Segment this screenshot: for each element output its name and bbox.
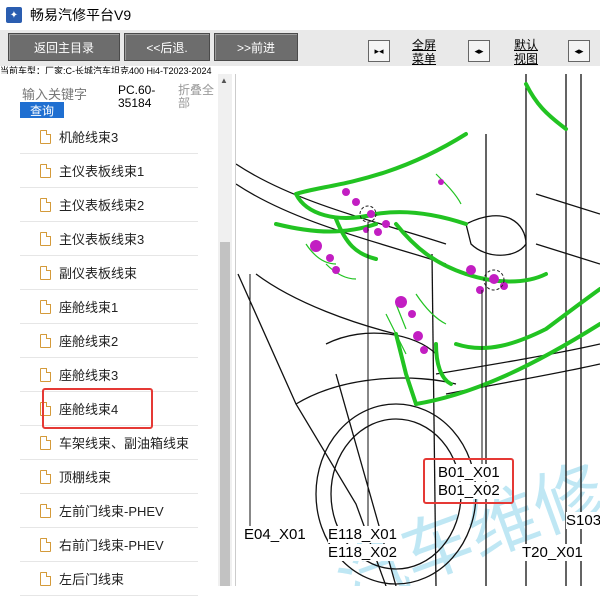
collapse-all-link[interactable]: 折叠全 部 [178,84,214,110]
list-item[interactable]: 左后门线束 [20,562,198,596]
file-icon [40,197,51,212]
sidebar-scrollbar[interactable]: ▲ [218,74,232,586]
window-title: 畅易汽修平台V9 [30,7,132,23]
toolbar: 返回主目录 <<后退. >>前进 ▸◂ 全屏 菜单 ◂▸ 默认 视图 ◂▸ [0,30,600,66]
file-icon [40,435,51,450]
default-view-label[interactable]: 默认 视图 [514,38,538,66]
file-icon [40,537,51,552]
list-item[interactable]: 副仪表板线束 [20,256,198,290]
list-item[interactable]: 车架线束、副油箱线束 [20,426,198,460]
fullscreen-menu-label[interactable]: 全屏 菜单 [412,38,436,66]
list-item[interactable]: 主仪表板线束2 [20,188,198,222]
next-button[interactable]: >>前进 [214,33,298,61]
list-item[interactable]: 右前门线束-PHEV [20,528,198,562]
connector-label-t20-x01[interactable]: T20_X01 [522,544,583,561]
file-icon [40,367,51,382]
expand-right-icon[interactable]: ◂▸ [568,40,590,62]
split-view-icon[interactable]: ◂▸ [468,40,490,62]
file-icon [40,129,51,144]
wiring-diagram[interactable]: 汽车维修 B01_X01 B01_X02 E04_X01 E118_X01 E1… [236,74,600,586]
file-icon [40,231,51,246]
search-input[interactable]: 输入关键字 [22,84,87,103]
list-item[interactable]: 座舱线束2 [20,324,198,358]
scroll-up-icon[interactable]: ▲ [220,76,228,85]
prev-button[interactable]: <<后退. [124,33,210,61]
file-icon [40,571,51,586]
connector-label-e118-x01[interactable]: E118_X01 [328,526,397,543]
connector-label-e118-x02[interactable]: E118_X02 [328,544,397,561]
collapse-left-icon[interactable]: ▸◂ [368,40,390,62]
connector-label-e04-x01[interactable]: E04_X01 [244,526,306,543]
app-icon: ✦ [6,7,22,23]
file-icon [40,299,51,314]
file-icon [40,163,51,178]
selected-item-highlight [42,388,153,429]
title-bar: ✦ 畅易汽修平台V9 [0,0,600,30]
connector-label-s103[interactable]: S103 [566,512,600,529]
file-icon [40,265,51,280]
connector-highlight-box [423,458,514,504]
doc-code: PC.60- 35184 [118,83,156,110]
harness-list: 机舱线束3 主仪表板线束1 主仪表板线束2 主仪表板线束3 副仪表板线束 座舱线… [20,120,198,596]
list-item[interactable]: 座舱线束1 [20,290,198,324]
list-item[interactable]: 主仪表板线束3 [20,222,198,256]
list-item[interactable]: 机舱线束3 [20,120,198,154]
list-item[interactable]: 主仪表板线束1 [20,154,198,188]
diagram-canvas: 汽车维修 [236,74,600,586]
file-icon [40,469,51,484]
search-button[interactable]: 查询 [20,102,64,118]
scroll-thumb[interactable] [220,242,230,586]
back-main-button[interactable]: 返回主目录 [8,33,120,61]
list-item[interactable]: 左前门线束-PHEV [20,494,198,528]
file-icon [40,333,51,348]
sidebar: 输入关键字 查询 PC.60- 35184 折叠全 部 机舱线束3 主仪表板线束… [0,74,236,596]
list-item[interactable]: 座舱线束3 [20,358,198,392]
file-icon [40,503,51,518]
list-item[interactable]: 顶棚线束 [20,460,198,494]
